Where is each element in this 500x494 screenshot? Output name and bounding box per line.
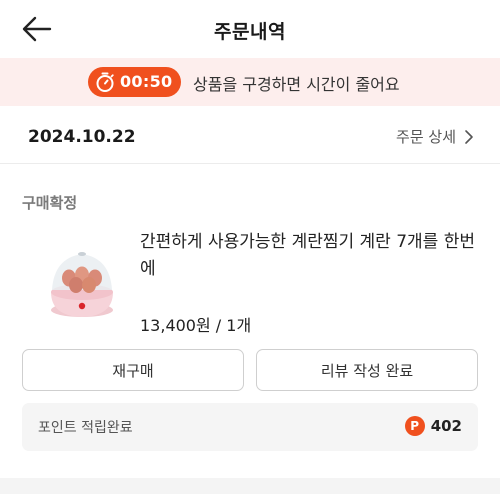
points-value: 402 bbox=[430, 417, 462, 435]
page-title: 주문내역 bbox=[214, 21, 286, 43]
order-status: 구매확정 bbox=[22, 194, 78, 212]
order-detail-label: 주문 상세 bbox=[396, 128, 456, 146]
points-label: 포인트 적립완료 bbox=[38, 420, 133, 436]
timer-badge: 00:50 bbox=[88, 67, 181, 97]
point-coin-icon: P bbox=[404, 416, 425, 436]
product-thumbnail[interactable] bbox=[36, 240, 128, 324]
product-name[interactable]: 간편하게 사용가능한 계란찜기 계란 7개를 한번에 bbox=[140, 229, 485, 283]
timer-banner[interactable]: 00:50 상품을 구경하면 시간이 줄어요 bbox=[0, 58, 500, 106]
stopwatch-icon bbox=[96, 72, 114, 92]
order-date: 2024.10.22 bbox=[28, 127, 136, 147]
review-complete-button[interactable]: 리뷰 작성 완료 bbox=[256, 349, 478, 391]
chevron-right-icon bbox=[465, 129, 473, 144]
order-detail-link[interactable]: 주문 상세 bbox=[396, 126, 474, 147]
section-divider bbox=[0, 163, 500, 164]
timer-countdown: 00:50 bbox=[120, 72, 173, 91]
reorder-button[interactable]: 재구매 bbox=[22, 349, 244, 391]
banner-message: 상품을 구경하면 시간이 줄어요 bbox=[193, 75, 400, 94]
section-separator bbox=[0, 478, 500, 494]
points-amount: P 402 bbox=[404, 416, 462, 436]
product-price-quantity: 13,400원 / 1개 bbox=[140, 316, 252, 335]
app-header: 주문내역 bbox=[0, 0, 500, 58]
points-summary: 포인트 적립완료 P 402 bbox=[22, 403, 478, 451]
